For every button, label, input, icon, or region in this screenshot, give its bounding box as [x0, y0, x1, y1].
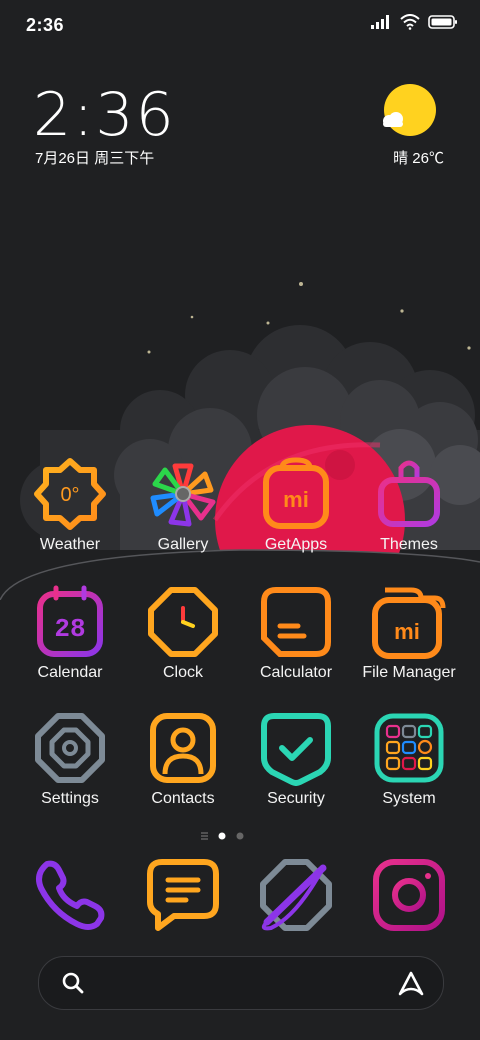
page-dot	[236, 832, 244, 840]
dock-messages[interactable]	[127, 856, 239, 934]
calendar-icon: 28	[37, 585, 103, 657]
app-gallery[interactable]: Gallery	[127, 456, 239, 554]
calculator-icon	[261, 587, 331, 657]
app-system-folder[interactable]: System	[353, 710, 465, 808]
weather-widget-text[interactable]: 晴 26℃	[393, 147, 444, 168]
weather-icon: 0°	[34, 458, 106, 530]
app-label: Themes	[380, 536, 438, 553]
assistant-icon[interactable]	[397, 969, 425, 997]
app-label: Calculator	[259, 664, 333, 681]
app-file-manager[interactable]: mi File Manager	[353, 584, 465, 682]
clock-widget-date[interactable]: 7月26日 周三下午	[35, 147, 154, 168]
status-icons	[370, 14, 458, 30]
app-weather[interactable]: 0° Weather	[14, 456, 126, 554]
themes-icon	[378, 460, 440, 527]
dock-camera[interactable]	[353, 856, 465, 934]
wifi-icon	[400, 14, 420, 30]
app-label: Gallery	[157, 536, 209, 553]
weather-widget[interactable]	[366, 84, 446, 149]
search-bar[interactable]	[38, 956, 444, 1010]
getapps-icon: mi	[263, 457, 329, 529]
battery-icon	[428, 15, 457, 29]
file-manager-icon-badge: mi	[394, 619, 420, 644]
dock-browser[interactable]	[240, 856, 352, 934]
app-label: GetApps	[264, 536, 328, 553]
app-settings[interactable]: Settings	[14, 710, 126, 808]
clock-widget-time[interactable]: 2:36	[33, 80, 176, 150]
app-calendar[interactable]: 28 Calendar	[14, 584, 126, 682]
camera-icon	[373, 859, 445, 931]
search-icon[interactable]	[61, 971, 85, 995]
signal-icon	[371, 15, 389, 29]
getapps-icon-badge: mi	[283, 487, 309, 512]
dock	[0, 852, 480, 942]
app-label: Clock	[162, 664, 203, 681]
contacts-icon	[150, 713, 216, 783]
status-time: 2:36	[26, 15, 65, 35]
security-icon	[261, 713, 331, 786]
home-list-icon	[201, 832, 208, 840]
gallery-icon	[150, 463, 216, 527]
sun-with-cloud-icon	[383, 84, 436, 136]
calendar-icon-badge: 28	[54, 614, 85, 644]
app-getapps[interactable]: mi GetApps	[240, 456, 352, 554]
page-dot-active	[218, 832, 226, 840]
app-label: Security	[267, 790, 325, 807]
clock-icon	[148, 587, 218, 657]
app-contacts[interactable]: Contacts	[127, 710, 239, 808]
phone-icon	[36, 860, 105, 930]
app-calculator[interactable]: Calculator	[240, 584, 352, 682]
app-label: Calendar	[37, 664, 103, 681]
app-clock[interactable]: Clock	[127, 584, 239, 682]
file-manager-icon: mi	[372, 587, 446, 659]
app-security[interactable]: Security	[240, 710, 352, 808]
app-label: File Manager	[362, 664, 456, 681]
weather-icon-badge: 0°	[60, 484, 79, 506]
system-folder-icon	[374, 713, 444, 783]
app-label: Settings	[41, 790, 99, 807]
messages-icon	[147, 859, 219, 931]
status-bar: 2:36	[0, 0, 480, 50]
app-label: Contacts	[151, 790, 215, 807]
app-label: System	[382, 790, 436, 807]
dock-phone[interactable]	[14, 856, 126, 934]
browser-icon	[260, 859, 332, 931]
app-label: Weather	[39, 536, 101, 553]
settings-icon	[35, 713, 105, 783]
page-indicator[interactable]	[0, 830, 480, 842]
app-themes[interactable]: Themes	[353, 456, 465, 554]
